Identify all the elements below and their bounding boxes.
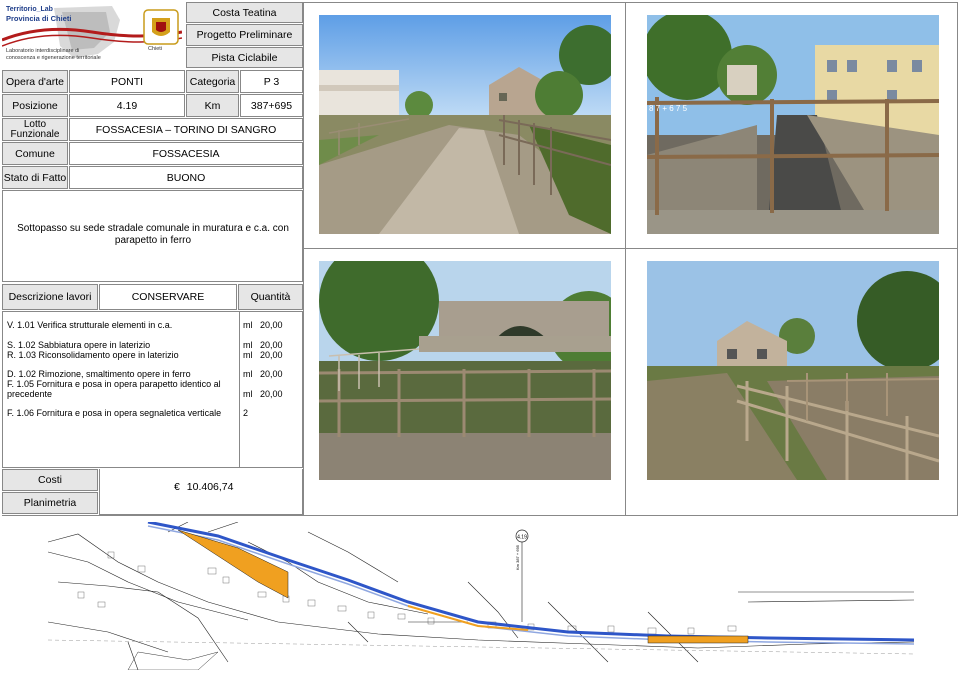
posizione-value: 4.19 (69, 94, 185, 117)
photo-railing-road: 8 7 + 6 7 5 (647, 15, 939, 234)
costi-box: € 10.406,74 (99, 469, 303, 515)
work-unit: ml (243, 389, 253, 399)
lotto-value: FOSSACESIA – TORINO DI SANGRO (69, 118, 303, 141)
photo-bridge-arch (319, 261, 611, 480)
categoria-label: Categoria (186, 70, 239, 93)
work-item: S. 1.02 Sabbiatura opere in laterizio (7, 340, 151, 350)
work-unit: ml (243, 340, 253, 350)
costi-currency: € (174, 481, 180, 493)
opera-label: Opera d'arte (2, 70, 68, 93)
logo-line4: conoscenza e rigenerazione territoriale (6, 55, 101, 61)
work-unit: ml (243, 320, 253, 330)
km-value: 387+695 (240, 94, 303, 117)
work-qty: 2 (243, 408, 249, 418)
header-title3: Pista Ciclabile (186, 47, 303, 68)
header-title1: Costa Teatina (186, 2, 303, 23)
work-item: R. 1.03 Riconsolidamento opere in lateri… (7, 350, 179, 360)
work-qty: 20,00 (260, 389, 283, 399)
logo-line3: Laboratorio interdisciplinare di (6, 48, 80, 54)
logo-line1: Territorio_Lab (6, 6, 53, 13)
posizione-label: Posizione (2, 94, 68, 117)
railing-km-text: 8 7 + 6 7 5 (649, 104, 688, 113)
photo-path-fence (647, 261, 939, 480)
work-unit: ml (243, 369, 253, 379)
comune-label: Comune (2, 142, 68, 165)
stato-value: BUONO (69, 166, 303, 189)
photo-railway-track (319, 15, 611, 234)
km-label: Km (186, 94, 239, 117)
works-action-label: CONSERVARE (99, 284, 237, 310)
work-qty: 20,00 (260, 320, 283, 330)
work-item: V. 1.01 Verifica strutturale elementi in… (7, 320, 173, 330)
works-list: V. 1.01 Verifica strutturale elementi in… (2, 311, 303, 468)
work-qty: 20,00 (260, 340, 283, 350)
logo: Territorio_Lab Provincia di Chieti Labor… (1, 2, 183, 66)
planimetria-label: Planimetria (2, 492, 98, 514)
description-box: Sottopasso su sede stradale comunale in … (2, 190, 303, 282)
map-marker-km: Km 387 + 695 (515, 544, 520, 570)
work-qty: 20,00 (260, 350, 283, 360)
map-marker-label: 4.19 (517, 535, 527, 541)
works-qty-label: Quantità (238, 284, 303, 310)
stato-label: Stato di Fatto (2, 166, 68, 189)
comune-value: FOSSACESIA (69, 142, 303, 165)
work-unit: ml (243, 350, 253, 360)
header-title2: Progetto Preliminare (186, 24, 303, 46)
costi-value: 10.406,74 (186, 481, 234, 493)
planimetria-map: 4.19 Km 387 + 695 (47, 520, 915, 671)
logo-badge: Chieti (148, 46, 163, 52)
costi-label: Costi (2, 469, 98, 491)
work-item: D. 1.02 Rimozione, smaltimento opere in … (7, 369, 191, 379)
work-item: precedente (7, 389, 53, 399)
categoria-value: P 3 (240, 70, 303, 93)
works-desc-label: Descrizione lavori (2, 284, 98, 310)
work-item: F. 1.06 Fornitura e posa in opera segnal… (7, 408, 222, 418)
work-item: F. 1.05 Fornitura e posa in opera parape… (7, 379, 221, 389)
opera-value: PONTI (69, 70, 185, 93)
lotto-label: Lotto Funzionale (2, 118, 68, 141)
work-qty: 20,00 (260, 369, 283, 379)
description-text: Sottopasso su sede stradale comunale in … (17, 223, 289, 246)
logo-line2: Provincia di Chieti (6, 14, 72, 23)
